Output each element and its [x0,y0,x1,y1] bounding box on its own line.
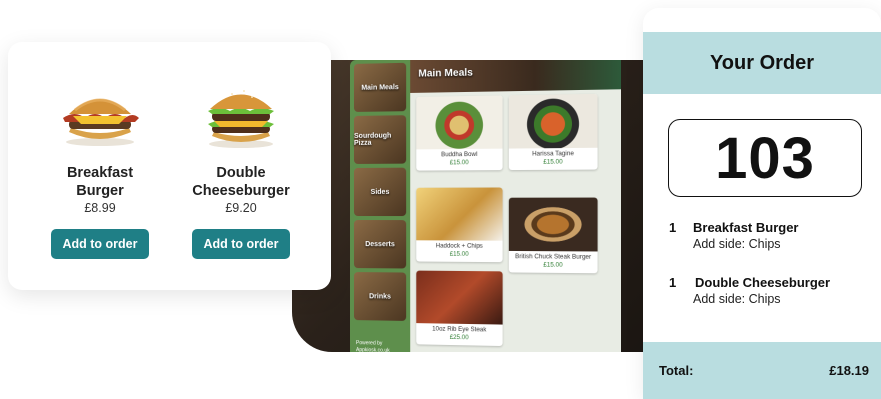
kiosk-category-sides: Sides [353,167,407,217]
order-item-qty: 1 [669,275,677,290]
kiosk-item-price: £15.00 [449,160,469,167]
order-item-name: Breakfast Burger [693,220,799,235]
add-to-order-button[interactable]: Add to order [192,229,290,259]
kiosk-item-price: £15.00 [543,159,563,166]
food-image [416,270,503,325]
kiosk-item-price: £15.00 [543,262,563,269]
double-cheeseburger-image [208,90,274,148]
kiosk-category-desserts: Desserts [353,220,407,269]
order-item-side: Add side: Chips [693,292,781,306]
order-number-box: 103 [668,119,862,197]
product-name-line: Double [216,165,266,181]
order-number: 103 [715,125,815,191]
kiosk-item-name: Harissa Tagine [532,151,574,158]
kiosk-category-sidebar: Main Meals Sourdough Pizza Sides Dessert… [350,60,411,352]
kiosk-banner: Main Meals [410,60,622,93]
kiosk-menu-area: Main Meals Buddha Bowl £15.00 Harissa Ta… [410,60,622,352]
total-label: Total: [659,363,694,378]
kiosk-powered-by: Powered by Appkiosk.co.uk [355,340,390,352]
food-image [416,187,503,241]
kiosk-screen: Main Meals Sourdough Pizza Sides Dessert… [350,60,622,352]
product-name-line: Breakfast [66,165,134,181]
kiosk-item-card: Buddha Bowl £15.00 [416,95,503,171]
product-price: £8.99 [84,201,116,215]
kiosk-photo: Main Meals Sourdough Pizza Sides Dessert… [292,60,662,352]
kiosk-item-card: Harissa Tagine £15.00 [508,93,598,171]
kiosk-item-name: British Chuck Steak Burger [515,254,592,261]
total-value: £18.19 [829,363,869,378]
order-total-bar: Total: £18.19 [643,342,881,399]
food-image [508,197,598,252]
kiosk-category-pizza: Sourdough Pizza [353,115,407,164]
order-panel: Your Order 103 1 Breakfast Burger Add si… [643,8,881,399]
kiosk-item-card: British Chuck Steak Burger £15.00 [508,197,598,274]
breakfast-burger-image [63,98,139,146]
product-name: Double Cheeseburger [181,164,301,200]
kiosk-item-name: 10oz Rib Eye Steak [432,326,487,334]
kiosk-item-price: £15.00 [449,251,469,258]
product-name: Breakfast Burger [40,164,160,200]
kiosk-item-name: Buddha Bowl [441,151,478,159]
food-image [416,95,503,150]
kiosk-banner-title: Main Meals [418,67,473,80]
add-to-order-button[interactable]: Add to order [51,229,149,259]
order-item-qty: 1 [669,220,677,235]
order-header: Your Order [643,32,881,94]
order-title: Your Order [709,51,815,74]
food-image [508,93,598,149]
order-line-item: 1 Breakfast Burger Add side: Chips [669,220,859,251]
order-line-item: 1 Double Cheeseburger Add side: Chips [669,275,859,306]
order-item-name: Double Cheeseburger [695,275,831,290]
product-card-double-cheeseburger: Double Cheeseburger £9.20 Add to order [181,80,301,259]
menu-card: Breakfast Burger £8.99 Add to order Doub… [8,42,331,290]
kiosk-item-card: Haddock + Chips £15.00 [416,187,503,263]
product-price: £9.20 [225,201,257,215]
order-item-side: Add side: Chips [693,237,781,251]
product-card-breakfast-burger: Breakfast Burger £8.99 Add to order [40,80,160,259]
kiosk-item-name: Haddock + Chips [435,243,483,250]
kiosk-item-price: £25.00 [449,334,469,342]
product-name-line: Burger [76,183,124,199]
kiosk-item-card: 10oz Rib Eye Steak £25.00 [416,270,503,347]
kiosk-category-main-meals: Main Meals [353,62,407,112]
product-name-line: Cheeseburger [192,183,290,199]
kiosk-category-drinks: Drinks [353,272,407,321]
